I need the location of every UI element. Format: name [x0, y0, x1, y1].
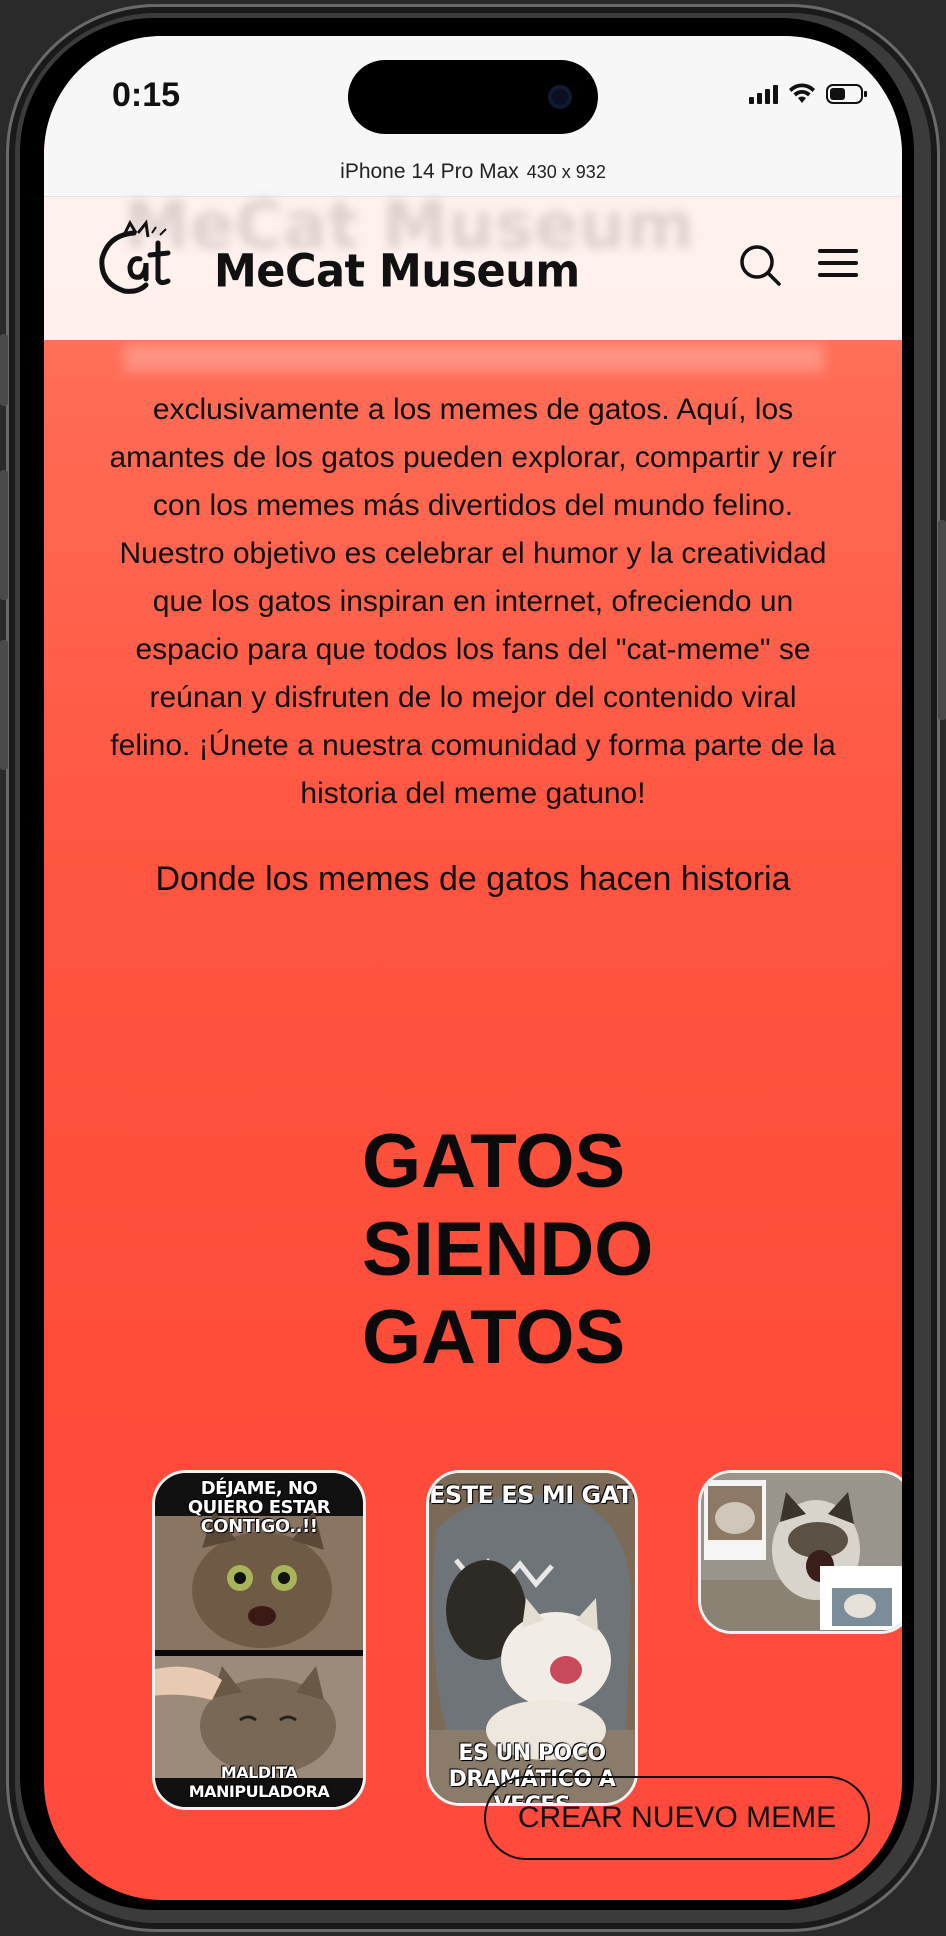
device-name: iPhone 14 Pro Max: [340, 160, 519, 183]
meme-top-caption: ESTE ES MI GATO...: [429, 1481, 635, 1509]
camera-icon: [548, 85, 572, 109]
power-button: [938, 520, 946, 720]
meme-card[interactable]: ESTE ES MI GATO... ES UN POCO DRAMÁTICO …: [426, 1470, 638, 1806]
status-icons: [749, 82, 868, 106]
dynamic-island: [348, 60, 598, 134]
meme-image: [701, 1473, 902, 1631]
screen: 0:15 iPhone 14 Pro Max 430 x 932 exclusiv…: [44, 36, 902, 1900]
meme-bottom-caption: MALDITA MANIPULADORA: [188, 1763, 330, 1801]
title-line: SIENDO: [362, 1207, 654, 1292]
search-icon[interactable]: [738, 243, 782, 289]
battery-icon: [826, 84, 867, 104]
hamburger-menu-icon[interactable]: [818, 249, 858, 279]
meme-card[interactable]: DÉJAME, NO QUIERO ESTAR CONTIGO..!! MALD…: [152, 1470, 366, 1810]
tagline: Donde los memes de gatos hacen historia: [155, 860, 791, 898]
faded-text-line: [124, 344, 824, 372]
intro-paragraph: exclusivamente a los memes de gatos. Aqu…: [109, 393, 837, 810]
volume-up-button: [0, 470, 8, 600]
meme-top-caption: DÉJAME, NO QUIERO ESTAR CONTIGO..!!: [187, 1478, 331, 1537]
title-line: GATOS: [362, 1295, 626, 1380]
section-title: GATOS SIENDO GATOS: [362, 1118, 653, 1382]
create-new-meme-button[interactable]: CREAR NUEVO MEME: [484, 1776, 870, 1860]
title-line: GATOS: [362, 1119, 626, 1204]
cellular-signal-icon: [749, 84, 778, 104]
device-dimensions: 430 x 932: [526, 162, 606, 182]
volume-down-button: [0, 640, 8, 770]
meme-card[interactable]: [698, 1470, 902, 1634]
device-label: iPhone 14 Pro Max 430 x 932: [44, 160, 902, 184]
mute-switch: [0, 334, 8, 406]
cat-logo-icon[interactable]: [94, 219, 178, 299]
status-bar: 0:15 iPhone 14 Pro Max 430 x 932: [44, 36, 902, 196]
site-header: MeCat Museum MeCat Museum: [44, 187, 902, 340]
wifi-icon: [789, 83, 815, 103]
status-time: 0:15: [112, 76, 181, 114]
brand-name[interactable]: MeCat Museum: [214, 246, 580, 299]
